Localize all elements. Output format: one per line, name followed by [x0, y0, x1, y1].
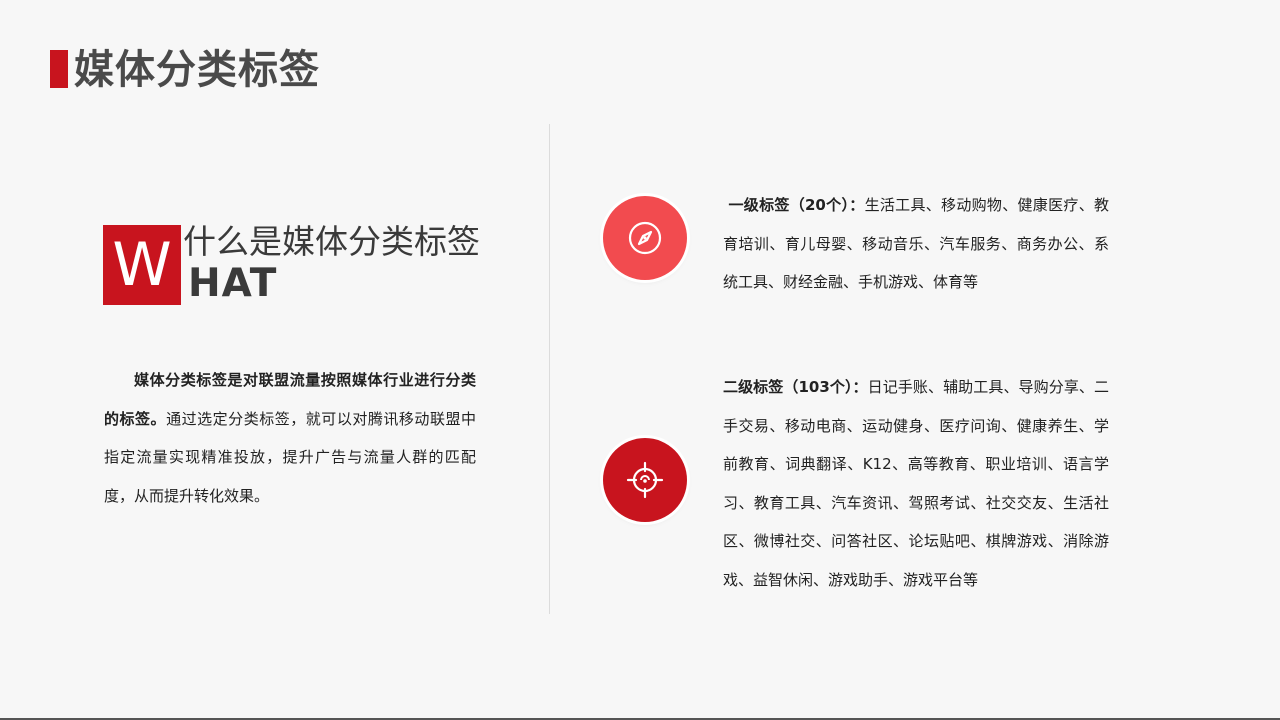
level2-heading: 二级标签（103个）： [723, 378, 868, 396]
level1-heading: 一级标签（20个）： [723, 196, 865, 214]
what-heading-en: HAT [188, 261, 278, 306]
description-paragraph: 媒体分类标签是对联盟流量按照媒体行业进行分类的标签。通过选定分类标签，就可以对腾… [104, 361, 476, 515]
page-title: 媒体分类标签 [74, 47, 320, 93]
level1-icon-circle [603, 196, 687, 280]
target-icon [626, 461, 664, 499]
compass-icon [628, 221, 662, 255]
level2-tags: 二级标签（103个）：日记手账、辅助工具、导购分享、二手交易、移动电商、运动健身… [723, 368, 1109, 600]
what-heading-cn: 什么是媒体分类标签 [183, 222, 480, 261]
title-accent-bar [50, 50, 68, 88]
level1-tags: 一级标签（20个）：生活工具、移动购物、健康医疗、教育培训、育儿母婴、移动音乐、… [723, 186, 1109, 302]
level2-items: 日记手账、辅助工具、导购分享、二手交易、移动电商、运动健身、医疗问询、健康养生、… [723, 378, 1109, 589]
what-letter-box: W [103, 225, 181, 305]
level2-icon-circle [603, 438, 687, 522]
vertical-divider [549, 124, 550, 614]
